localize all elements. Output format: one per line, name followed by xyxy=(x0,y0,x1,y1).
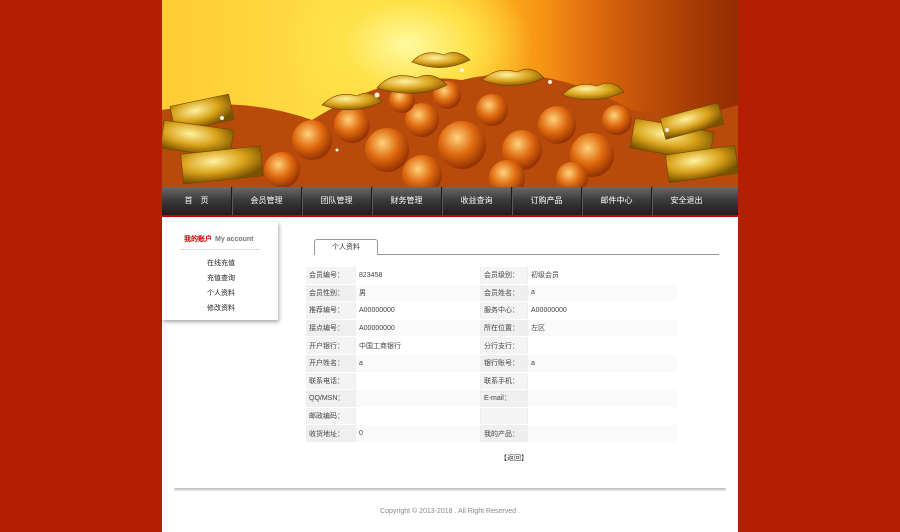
field-label: 邮政编码： xyxy=(306,407,356,426)
field-value: a xyxy=(527,284,677,303)
field-label xyxy=(480,407,528,426)
field-label: 开户姓名： xyxy=(306,354,356,373)
field-label: 会员姓名： xyxy=(480,284,528,303)
copyright-text: Copyright © 2013-2018 . All Right Reserv… xyxy=(380,508,520,515)
main-nav: 首 页 会员管理 团队管理 财务管理 收益查询 订购产品 邮件中心 安全退出 xyxy=(162,187,738,217)
table-row: 开户银行： 中国工商银行 分行支行： xyxy=(306,336,677,355)
table-row: 收货地址： 0 我的产品： xyxy=(306,424,677,443)
page: 首 页 会员管理 团队管理 财务管理 收益查询 订购产品 邮件中心 安全退出 我… xyxy=(162,0,738,532)
field-value xyxy=(527,407,677,426)
account-sidebar: 我的账户 My account 在线充值 充值查询 个人资料 修改资料 xyxy=(162,222,278,320)
table-row: 开户姓名： a 银行账号： a xyxy=(306,354,677,373)
field-label: 会员编号： xyxy=(306,267,356,285)
nav-order-products[interactable]: 订购产品 xyxy=(512,187,582,215)
field-label: 分行支行： xyxy=(480,336,528,355)
footer-divider xyxy=(174,488,726,491)
tab-profile[interactable]: 个人资料 xyxy=(314,239,378,255)
field-value: 男 xyxy=(355,284,481,303)
field-label: 所在位置： xyxy=(480,319,528,338)
field-value xyxy=(527,424,677,443)
nav-finance-management[interactable]: 财务管理 xyxy=(372,187,442,215)
banner-image xyxy=(162,0,738,187)
field-value: a xyxy=(355,354,481,373)
field-label: 服务中心： xyxy=(480,301,528,320)
field-label: E-mail： xyxy=(480,389,528,408)
field-value: 左区 xyxy=(527,319,677,338)
field-value xyxy=(355,372,481,391)
field-value xyxy=(355,407,481,426)
field-value: 823458 xyxy=(355,267,481,285)
field-value: A00000000 xyxy=(355,319,481,338)
field-label: QQ/MSN： xyxy=(306,389,356,408)
sidebar-title: 我的账户 My account xyxy=(184,234,254,244)
field-value: 中国工商银行 xyxy=(355,336,481,355)
field-label: 开户银行： xyxy=(306,336,356,355)
field-label: 接点编号： xyxy=(306,319,356,338)
field-label: 收货地址： xyxy=(306,424,356,443)
sidebar-title-en: My account xyxy=(215,236,254,243)
field-label: 推荐编号： xyxy=(306,301,356,320)
nav-mail-center[interactable]: 邮件中心 xyxy=(582,187,652,215)
nav-home[interactable]: 首 页 xyxy=(162,187,232,215)
field-value: A00000000 xyxy=(355,301,481,320)
sidebar-link-edit-profile[interactable]: 修改资料 xyxy=(207,303,235,313)
table-row: 接点编号： A00000000 所在位置： 左区 xyxy=(306,319,677,338)
profile-table: 会员编号： 823458 会员级别： 初级会员 会员性别： 男 会员姓名： a … xyxy=(306,267,677,443)
table-row: 推荐编号： A00000000 服务中心： A00000000 xyxy=(306,301,677,320)
sidebar-divider xyxy=(180,249,260,250)
field-label: 银行账号： xyxy=(480,354,528,373)
field-value: 初级会员 xyxy=(527,267,677,285)
nav-member-management[interactable]: 会员管理 xyxy=(232,187,302,215)
field-value xyxy=(527,336,677,355)
field-value: 0 xyxy=(355,424,481,443)
field-label: 联系电话： xyxy=(306,372,356,391)
treasure-illustration xyxy=(162,0,738,187)
field-label: 会员级别： xyxy=(480,267,528,285)
sidebar-link-profile[interactable]: 个人资料 xyxy=(207,288,235,298)
table-row: 邮政编码： xyxy=(306,407,677,426)
back-link[interactable]: 【返回】 xyxy=(500,453,528,463)
field-value xyxy=(527,389,677,408)
table-row: 联系电话： 联系手机： xyxy=(306,372,677,391)
nav-logout[interactable]: 安全退出 xyxy=(652,187,721,215)
table-row: 会员编号： 823458 会员级别： 初级会员 xyxy=(306,267,677,285)
field-label: 联系手机： xyxy=(480,372,528,391)
sidebar-link-recharge-query[interactable]: 充值查询 xyxy=(207,273,235,283)
field-label: 会员性别： xyxy=(306,284,356,303)
field-value: A00000000 xyxy=(527,301,677,320)
sidebar-title-cn: 我的账户 xyxy=(184,236,212,243)
field-label: 我的产品： xyxy=(480,424,528,443)
table-row: QQ/MSN： E-mail： xyxy=(306,389,677,408)
field-value xyxy=(355,389,481,408)
field-value: a xyxy=(527,354,677,373)
table-row: 会员性别： 男 会员姓名： a xyxy=(306,284,677,303)
nav-earnings-query[interactable]: 收益查询 xyxy=(442,187,512,215)
sidebar-link-online-recharge[interactable]: 在线充值 xyxy=(207,258,235,268)
nav-team-management[interactable]: 团队管理 xyxy=(302,187,372,215)
field-value xyxy=(527,372,677,391)
